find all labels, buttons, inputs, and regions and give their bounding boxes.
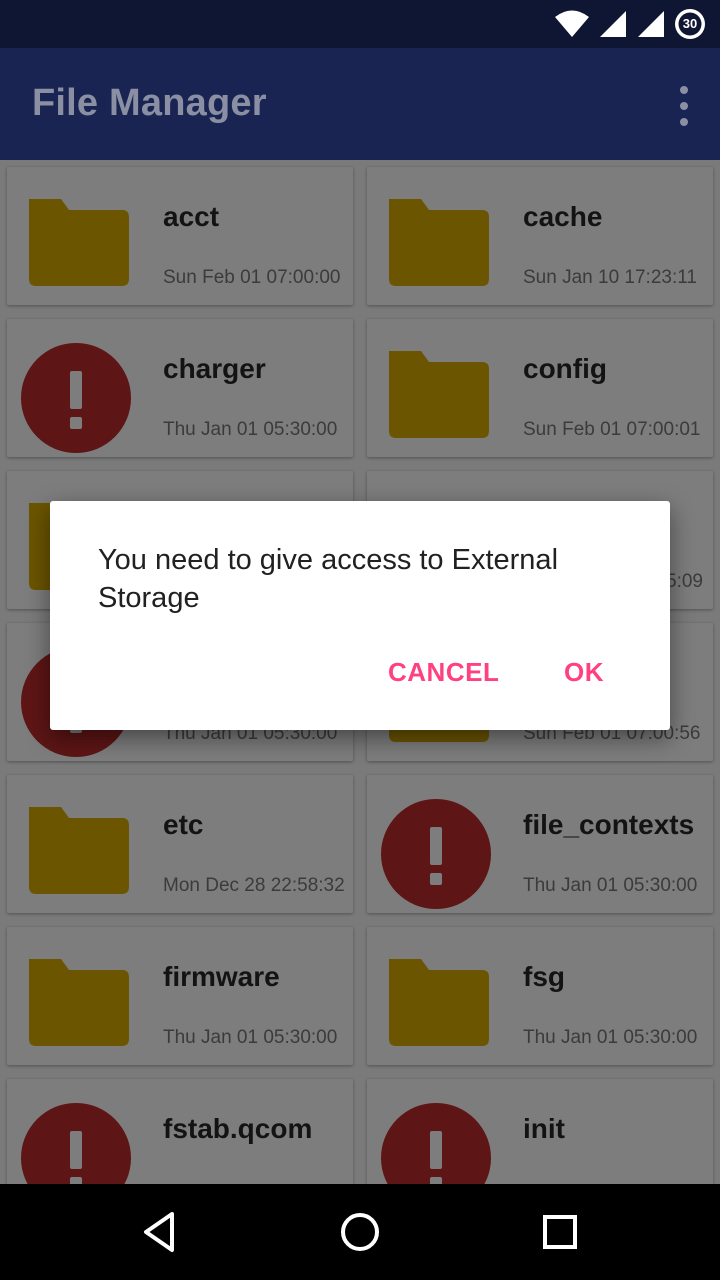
file-date: Thu Jan 01 05:30:00: [163, 419, 338, 440]
file-date: Thu Jan 01 05:30:00: [523, 1027, 698, 1048]
file-date: Sun Feb 01 07:00:01: [523, 419, 701, 440]
permission-dialog: You need to give access to External Stor…: [50, 501, 670, 730]
file-name: acct: [163, 201, 220, 232]
file-name: init: [523, 1113, 565, 1144]
file-name: firmware: [163, 961, 280, 992]
folder-icon: [21, 951, 131, 1061]
status-bar: 30: [0, 0, 720, 48]
file-item[interactable]: fsg Thu Jan 01 05:30:00: [367, 927, 713, 1065]
battery-icon: 30: [674, 8, 706, 40]
file-date: Sun Jan 10 17:23:11: [523, 267, 697, 288]
file-date: Thu Jan 01 05:30:00: [163, 1027, 338, 1048]
folder-icon: [381, 343, 491, 453]
folder-icon: [381, 191, 491, 301]
file-date: Sun Feb 01 07:00:00: [163, 267, 341, 288]
folder-icon: [21, 191, 131, 301]
ok-button[interactable]: OK: [564, 657, 604, 688]
nav-bar: [0, 1184, 720, 1280]
file-date: 5:09: [666, 571, 703, 592]
file-name: fsg: [523, 961, 565, 992]
error-icon: [21, 343, 131, 453]
file-date: Thu Jan 01 05:30:00: [523, 875, 698, 896]
file-name: charger: [163, 353, 266, 384]
file-item[interactable]: firmware Thu Jan 01 05:30:00: [7, 927, 353, 1065]
signal-icon: [600, 11, 626, 37]
file-item[interactable]: charger Thu Jan 01 05:30:00: [7, 319, 353, 457]
status-icons: 30: [554, 8, 706, 40]
file-item[interactable]: etc Mon Dec 28 22:58:32: [7, 775, 353, 913]
battery-level: 30: [682, 16, 698, 31]
signal-icon: [638, 11, 664, 37]
file-name: etc: [163, 809, 204, 840]
home-icon[interactable]: [336, 1208, 384, 1256]
file-item[interactable]: cache Sun Jan 10 17:23:11: [367, 167, 713, 305]
recents-icon[interactable]: [536, 1208, 584, 1256]
file-name: fstab.qcom: [163, 1113, 313, 1144]
app-title: File Manager: [32, 82, 267, 124]
file-item[interactable]: file_contexts Thu Jan 01 05:30:00: [367, 775, 713, 913]
file-name: config: [523, 353, 607, 384]
app-bar: File Manager: [0, 48, 720, 160]
file-name: cache: [523, 201, 603, 232]
wifi-icon: [555, 10, 589, 37]
file-item[interactable]: config Sun Feb 01 07:00:01: [367, 319, 713, 457]
file-name: file_contexts: [523, 809, 695, 840]
file-item[interactable]: acct Sun Feb 01 07:00:00: [7, 167, 353, 305]
back-icon[interactable]: [136, 1208, 184, 1256]
error-icon: [381, 799, 491, 909]
dialog-message: You need to give access to External Stor…: [98, 544, 559, 614]
more-vert-icon[interactable]: [676, 86, 692, 126]
cancel-button[interactable]: CANCEL: [388, 657, 499, 688]
folder-icon: [21, 799, 131, 909]
folder-icon: [381, 951, 491, 1061]
file-date: Mon Dec 28 22:58:32: [163, 875, 345, 896]
